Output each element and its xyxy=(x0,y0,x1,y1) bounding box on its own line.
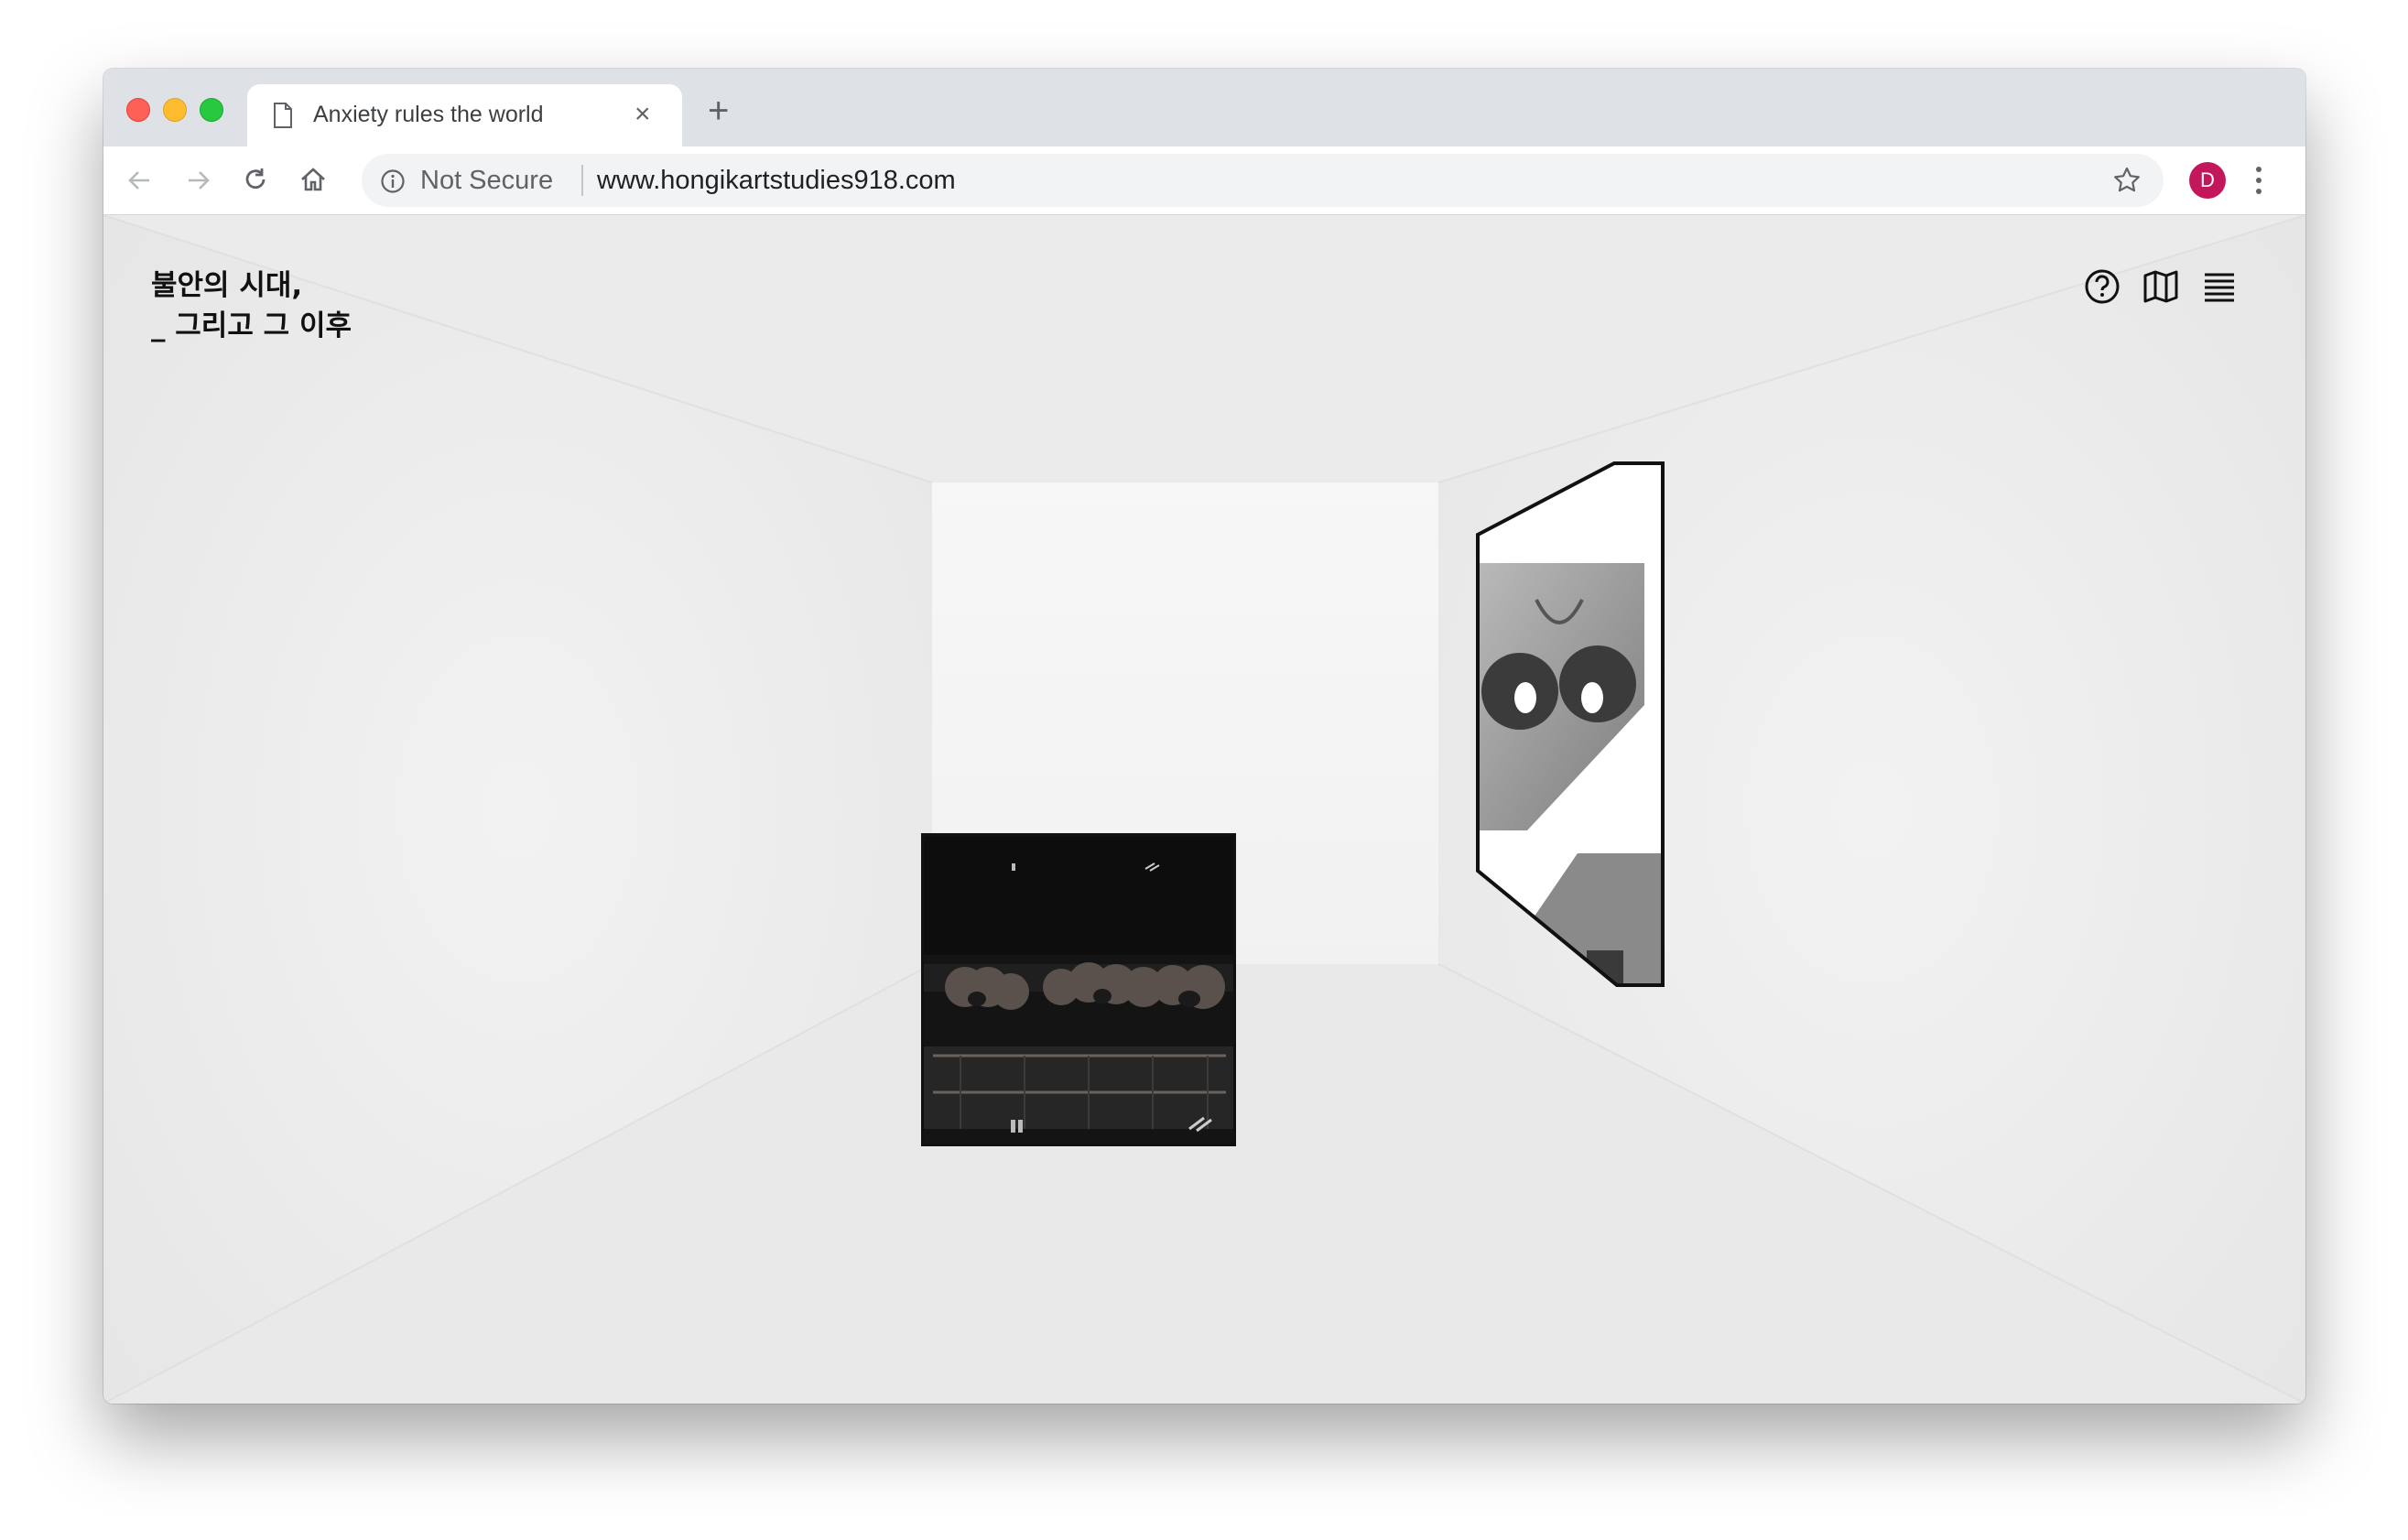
site-title[interactable]: 불안의 시대, _ 그리고 그 이후 xyxy=(151,266,352,346)
more-menu-icon[interactable] xyxy=(2253,163,2264,198)
browser-window: Anxiety rules the world × + Not Secure w… xyxy=(103,69,2305,1404)
address-bar[interactable]: Not Secure www.hongikartstudies918.com xyxy=(362,154,2164,207)
home-icon[interactable] xyxy=(297,164,330,197)
list-menu-icon[interactable] xyxy=(2199,266,2240,307)
map-icon[interactable] xyxy=(2141,266,2181,307)
artwork-classroom-image xyxy=(924,836,1233,1144)
window-maximize-button[interactable] xyxy=(200,98,223,122)
window-minimize-button[interactable] xyxy=(163,98,187,122)
tab-title: Anxiety rules the world xyxy=(313,102,544,127)
browser-tab[interactable]: Anxiety rules the world × xyxy=(247,84,682,146)
info-icon[interactable] xyxy=(380,168,406,194)
page-icon xyxy=(274,103,292,128)
profile-avatar[interactable]: D xyxy=(2189,162,2226,199)
page-viewport: 불안의 시대, _ 그리고 그 이후 xyxy=(103,215,2305,1404)
browser-toolbar: Not Secure www.hongikartstudies918.com D xyxy=(103,146,2305,215)
url-text[interactable]: www.hongikartstudies918.com xyxy=(597,166,956,196)
back-arrow-icon[interactable] xyxy=(124,164,157,197)
site-title-line2: _ 그리고 그 이후 xyxy=(151,309,352,342)
gallery-room[interactable] xyxy=(103,215,2305,1404)
omnibox-divider xyxy=(581,165,583,196)
forward-arrow-icon[interactable] xyxy=(181,164,214,197)
help-icon[interactable] xyxy=(2082,266,2122,307)
bookmark-star-icon[interactable] xyxy=(2112,166,2142,195)
window-close-button[interactable] xyxy=(126,98,150,122)
artwork-classroom[interactable] xyxy=(921,833,1236,1146)
new-tab-button[interactable]: + xyxy=(708,92,729,129)
tab-close-icon[interactable]: × xyxy=(635,101,651,128)
site-title-line1: 불안의 시대, xyxy=(151,269,303,302)
tab-strip: Anxiety rules the world × + xyxy=(103,69,2305,146)
security-status[interactable]: Not Secure xyxy=(420,166,553,196)
reload-icon[interactable] xyxy=(239,164,272,197)
